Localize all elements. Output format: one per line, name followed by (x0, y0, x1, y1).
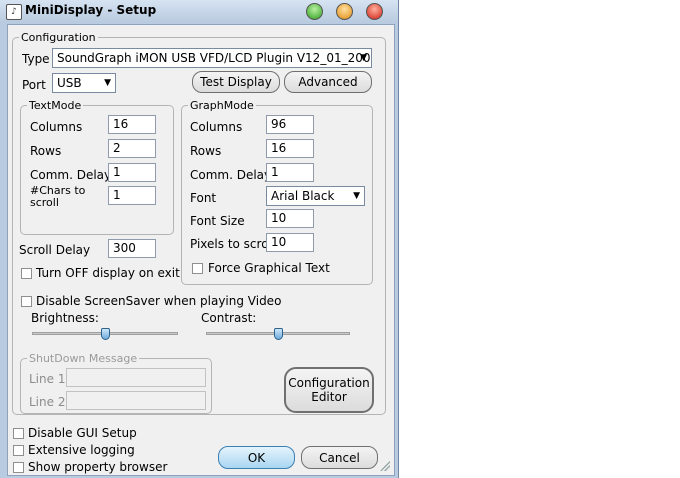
maximize-icon[interactable] (306, 3, 323, 20)
turn-off-label: Turn OFF display on exit (36, 266, 180, 280)
resize-grip-icon[interactable] (380, 461, 390, 471)
graph-comm-delay-label: Comm. Delay (190, 168, 272, 182)
show-property-label: Show property browser (28, 460, 168, 474)
graph-rows-input[interactable]: 16 (266, 139, 314, 158)
contrast-label: Contrast: (201, 311, 257, 325)
brightness-label: Brightness: (31, 311, 99, 325)
font-size-input[interactable]: 10 (266, 209, 314, 228)
text-columns-label: Columns (30, 120, 83, 134)
line1-label: Line 1 (29, 372, 66, 386)
chars-to-scroll-label-2: scroll (30, 196, 59, 209)
configuration-editor-line1: Configuration (288, 376, 370, 390)
disable-screensaver-label: Disable ScreenSaver when playing Video (36, 294, 282, 308)
line2-label: Line 2 (29, 395, 66, 409)
type-label: Type (22, 52, 50, 66)
pixels-to-scroll-input[interactable]: 10 (266, 233, 314, 252)
graphmode-legend: GraphMode (190, 99, 254, 112)
disable-screensaver-checkbox[interactable] (21, 296, 32, 307)
extensive-logging-checkbox[interactable] (13, 445, 24, 456)
cancel-button[interactable]: Cancel (301, 446, 378, 469)
force-graphical-checkbox[interactable] (192, 263, 203, 274)
graph-rows-label: Rows (190, 144, 222, 158)
configuration-legend: Configuration (21, 31, 96, 44)
text-columns-input[interactable]: 16 (108, 115, 156, 134)
scroll-delay-label: Scroll Delay (19, 243, 91, 257)
graph-columns-label: Columns (190, 120, 243, 134)
brightness-slider[interactable] (100, 328, 110, 340)
pixels-to-scroll-label: Pixels to scroll (190, 237, 276, 251)
text-comm-delay-input[interactable]: 1 (108, 163, 156, 182)
text-comm-delay-label: Comm. Delay (30, 168, 112, 182)
graph-comm-delay-input[interactable]: 1 (266, 163, 314, 182)
ok-button[interactable]: OK (218, 446, 295, 469)
shutdown-legend: ShutDown Message (29, 352, 138, 365)
show-property-checkbox[interactable] (13, 462, 24, 473)
extensive-logging-label: Extensive logging (28, 443, 135, 457)
text-rows-label: Rows (30, 144, 62, 158)
textmode-legend: TextMode (29, 99, 82, 112)
graph-columns-input[interactable]: 96 (266, 115, 314, 134)
minimize-icon[interactable] (336, 3, 353, 20)
type-select[interactable]: SoundGraph iMON USB VFD/LCD Plugin V12_0… (52, 48, 372, 68)
turn-off-checkbox[interactable] (21, 268, 32, 279)
chevron-down-icon: ▼ (353, 191, 360, 201)
setup-window: ♪ MiniDisplay - Setup Configuration Type… (0, 0, 399, 478)
port-label: Port (22, 78, 46, 92)
test-display-button[interactable]: Test Display (192, 71, 280, 93)
chars-to-scroll-input[interactable]: 1 (108, 186, 156, 205)
disable-gui-checkbox[interactable] (13, 428, 24, 439)
scroll-delay-input[interactable]: 300 (108, 239, 156, 258)
font-label: Font (190, 191, 217, 205)
port-select[interactable]: USB ▼ (52, 73, 116, 93)
text-rows-input[interactable]: 2 (108, 139, 156, 158)
close-icon[interactable] (366, 3, 383, 20)
type-value: SoundGraph iMON USB VFD/LCD Plugin V12_0… (57, 51, 372, 65)
configuration-editor-line2: Editor (311, 390, 347, 404)
port-value: USB (57, 76, 82, 90)
app-icon: ♪ (6, 4, 22, 20)
chevron-down-icon: ▼ (360, 53, 367, 63)
advanced-button[interactable]: Advanced (284, 71, 372, 93)
disable-gui-label: Disable GUI Setup (28, 426, 137, 440)
font-size-label: Font Size (190, 214, 245, 228)
configuration-editor-button[interactable]: Configuration Editor (284, 367, 374, 413)
font-value: Arial Black (271, 189, 335, 203)
window-title: MiniDisplay - Setup (25, 3, 157, 17)
contrast-slider[interactable] (273, 328, 283, 340)
chevron-down-icon: ▼ (104, 78, 111, 88)
client-area: Configuration Type SoundGraph iMON USB V… (7, 24, 395, 476)
force-graphical-label: Force Graphical Text (208, 261, 330, 275)
font-select[interactable]: Arial Black ▼ (266, 186, 365, 206)
line2-input[interactable] (66, 391, 206, 410)
line1-input[interactable] (66, 368, 206, 387)
title-bar[interactable]: ♪ MiniDisplay - Setup (0, 0, 398, 22)
